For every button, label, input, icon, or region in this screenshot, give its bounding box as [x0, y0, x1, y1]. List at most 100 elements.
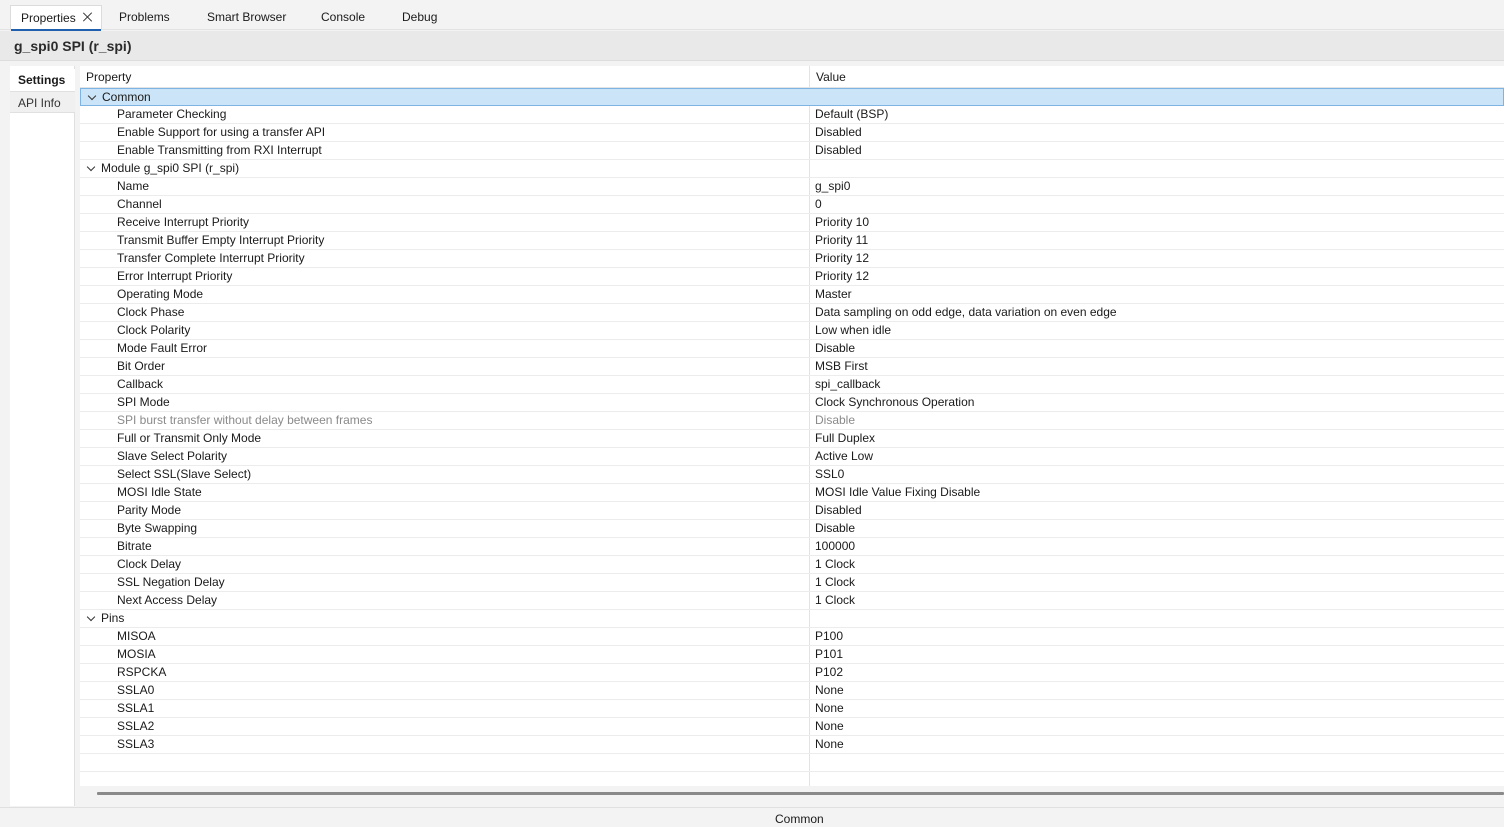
property-value[interactable]: Disabled	[815, 502, 862, 519]
tab-properties[interactable]: Properties	[10, 5, 102, 31]
tab-label: Console	[321, 10, 366, 24]
property-name: Clock Phase	[117, 305, 185, 319]
group-row-module[interactable]: Module g_spi0 SPI (r_spi)	[80, 160, 1504, 178]
chevron-down-icon[interactable]	[87, 614, 96, 623]
view-tab-bar: Properties Problems Smart Browser Consol…	[0, 0, 1504, 31]
table-row[interactable]: Error Interrupt Priority Priority 12	[80, 268, 1504, 286]
column-header-value[interactable]: Value	[816, 70, 846, 84]
table-row[interactable]: Slave Select Polarity Active Low	[80, 448, 1504, 466]
property-value[interactable]: 0	[815, 196, 822, 213]
property-name: Next Access Delay	[117, 593, 218, 607]
chevron-down-icon[interactable]	[87, 164, 96, 173]
property-value[interactable]: Priority 11	[815, 232, 868, 249]
group-row-pins[interactable]: Pins	[80, 610, 1504, 628]
chevron-down-icon[interactable]	[88, 93, 97, 102]
property-value[interactable]: Disabled	[815, 142, 862, 159]
property-value[interactable]: Default (BSP)	[815, 106, 888, 123]
property-value[interactable]: None	[815, 736, 844, 753]
table-row[interactable]: Name g_spi0	[80, 178, 1504, 196]
table-row[interactable]: MOSIA P101	[80, 646, 1504, 664]
property-value[interactable]: 1 Clock	[815, 574, 855, 591]
table-row[interactable]: SSLA3 None	[80, 736, 1504, 754]
table-row[interactable]: Parameter Checking Default (BSP)	[80, 106, 1504, 124]
side-tab-api-info[interactable]: API Info	[10, 91, 75, 113]
table-row[interactable]: Next Access Delay 1 Clock	[80, 592, 1504, 610]
property-value[interactable]: Priority 10	[815, 214, 869, 231]
table-row[interactable]: Channel 0	[80, 196, 1504, 214]
property-name: Callback	[117, 377, 164, 391]
property-value[interactable]: Master	[815, 286, 852, 303]
property-value[interactable]: P102	[815, 664, 843, 681]
property-value[interactable]: spi_callback	[815, 376, 880, 393]
property-value[interactable]: None	[815, 682, 844, 699]
table-row[interactable]: Parity Mode Disabled	[80, 502, 1504, 520]
property-name: Receive Interrupt Priority	[117, 215, 250, 229]
property-name: Bitrate	[117, 539, 152, 553]
property-value[interactable]: P100	[815, 628, 843, 645]
table-row[interactable]: MOSI Idle State MOSI Idle Value Fixing Di…	[80, 484, 1504, 502]
table-row[interactable]: Select SSL(Slave Select) SSL0	[80, 466, 1504, 484]
table-row[interactable]: SPI Mode Clock Synchronous Operation	[80, 394, 1504, 412]
side-tab-settings[interactable]: Settings	[10, 69, 75, 91]
table-row[interactable]: Bit Order MSB First	[80, 358, 1504, 376]
column-header-property[interactable]: Property	[86, 70, 131, 84]
close-icon[interactable]	[82, 11, 94, 23]
table-row[interactable]: SSLA1 None	[80, 700, 1504, 718]
property-name: Parity Mode	[117, 503, 182, 517]
table-row[interactable]: Enable Transmitting from RXI Interrupt Di…	[80, 142, 1504, 160]
property-value[interactable]: Disable	[815, 520, 855, 537]
table-row[interactable]: Transfer Complete Interrupt Priority Prio…	[80, 250, 1504, 268]
property-value[interactable]: None	[815, 700, 844, 717]
property-value[interactable]: 100000	[815, 538, 855, 555]
property-value[interactable]: 1 Clock	[815, 592, 855, 609]
table-row[interactable]: SSLA2 None	[80, 718, 1504, 736]
table-row[interactable]: Full or Transmit Only Mode Full Duplex	[80, 430, 1504, 448]
table-row[interactable]: SSLA0 None	[80, 682, 1504, 700]
property-value[interactable]: Active Low	[815, 448, 873, 465]
group-label: Module g_spi0 SPI (r_spi)	[101, 161, 240, 175]
property-value[interactable]: Priority 12	[815, 268, 869, 285]
table-row[interactable]: Clock Phase Data sampling on odd edge, da…	[80, 304, 1504, 322]
property-value[interactable]: SSL0	[815, 466, 844, 483]
table-row[interactable]: Operating Mode Master	[80, 286, 1504, 304]
property-value[interactable]: Disable	[815, 340, 855, 357]
property-value[interactable]: None	[815, 718, 844, 735]
property-name: Full or Transmit Only Mode	[117, 431, 262, 445]
table-row[interactable]: Mode Fault Error Disable	[80, 340, 1504, 358]
table-row[interactable]: RSPCKA P102	[80, 664, 1504, 682]
table-row[interactable]: Transmit Buffer Empty Interrupt Priority…	[80, 232, 1504, 250]
property-value[interactable]: Data sampling on odd edge, data variatio…	[815, 304, 1117, 321]
tab-label: Properties	[21, 11, 76, 25]
table-row[interactable]: Callback spi_callback	[80, 376, 1504, 394]
property-value[interactable]: Full Duplex	[815, 430, 875, 447]
property-value[interactable]: Priority 12	[815, 250, 869, 267]
property-value[interactable]: MOSI Idle Value Fixing Disable	[815, 484, 980, 501]
property-value[interactable]: MSB First	[815, 358, 868, 375]
table-row[interactable]: Clock Polarity Low when idle	[80, 322, 1504, 340]
table-row[interactable]: Byte Swapping Disable	[80, 520, 1504, 538]
horizontal-scrollbar[interactable]	[80, 786, 1504, 806]
table-row[interactable]: Receive Interrupt Priority Priority 10	[80, 214, 1504, 232]
group-row-common[interactable]: Common	[80, 88, 1504, 106]
empty-row	[80, 754, 1504, 772]
table-row[interactable]: Bitrate 100000	[80, 538, 1504, 556]
property-value[interactable]: Disabled	[815, 124, 862, 141]
table-row[interactable]: SSL Negation Delay 1 Clock	[80, 574, 1504, 592]
group-label: Pins	[101, 611, 125, 625]
table-row[interactable]: Enable Support for using a transfer API D…	[80, 124, 1504, 142]
property-value[interactable]: Low when idle	[815, 322, 891, 339]
property-value[interactable]: P101	[815, 646, 843, 663]
tab-smart-browser[interactable]: Smart Browser	[197, 5, 296, 30]
property-value[interactable]: Clock Synchronous Operation	[815, 394, 974, 411]
tab-console[interactable]: Console	[311, 5, 375, 30]
property-value[interactable]: g_spi0	[815, 178, 850, 195]
table-row[interactable]: MISOA P100	[80, 628, 1504, 646]
property-name: Transfer Complete Interrupt Priority	[117, 251, 305, 265]
property-value[interactable]: 1 Clock	[815, 556, 855, 573]
tab-problems[interactable]: Problems	[109, 5, 180, 30]
properties-table: Property Value Common Parameter Checking…	[80, 66, 1504, 786]
tab-debug[interactable]: Debug	[392, 5, 447, 30]
scrollbar-thumb[interactable]	[97, 792, 1504, 795]
table-row[interactable]: Clock Delay 1 Clock	[80, 556, 1504, 574]
property-name: Slave Select Polarity	[117, 449, 228, 463]
